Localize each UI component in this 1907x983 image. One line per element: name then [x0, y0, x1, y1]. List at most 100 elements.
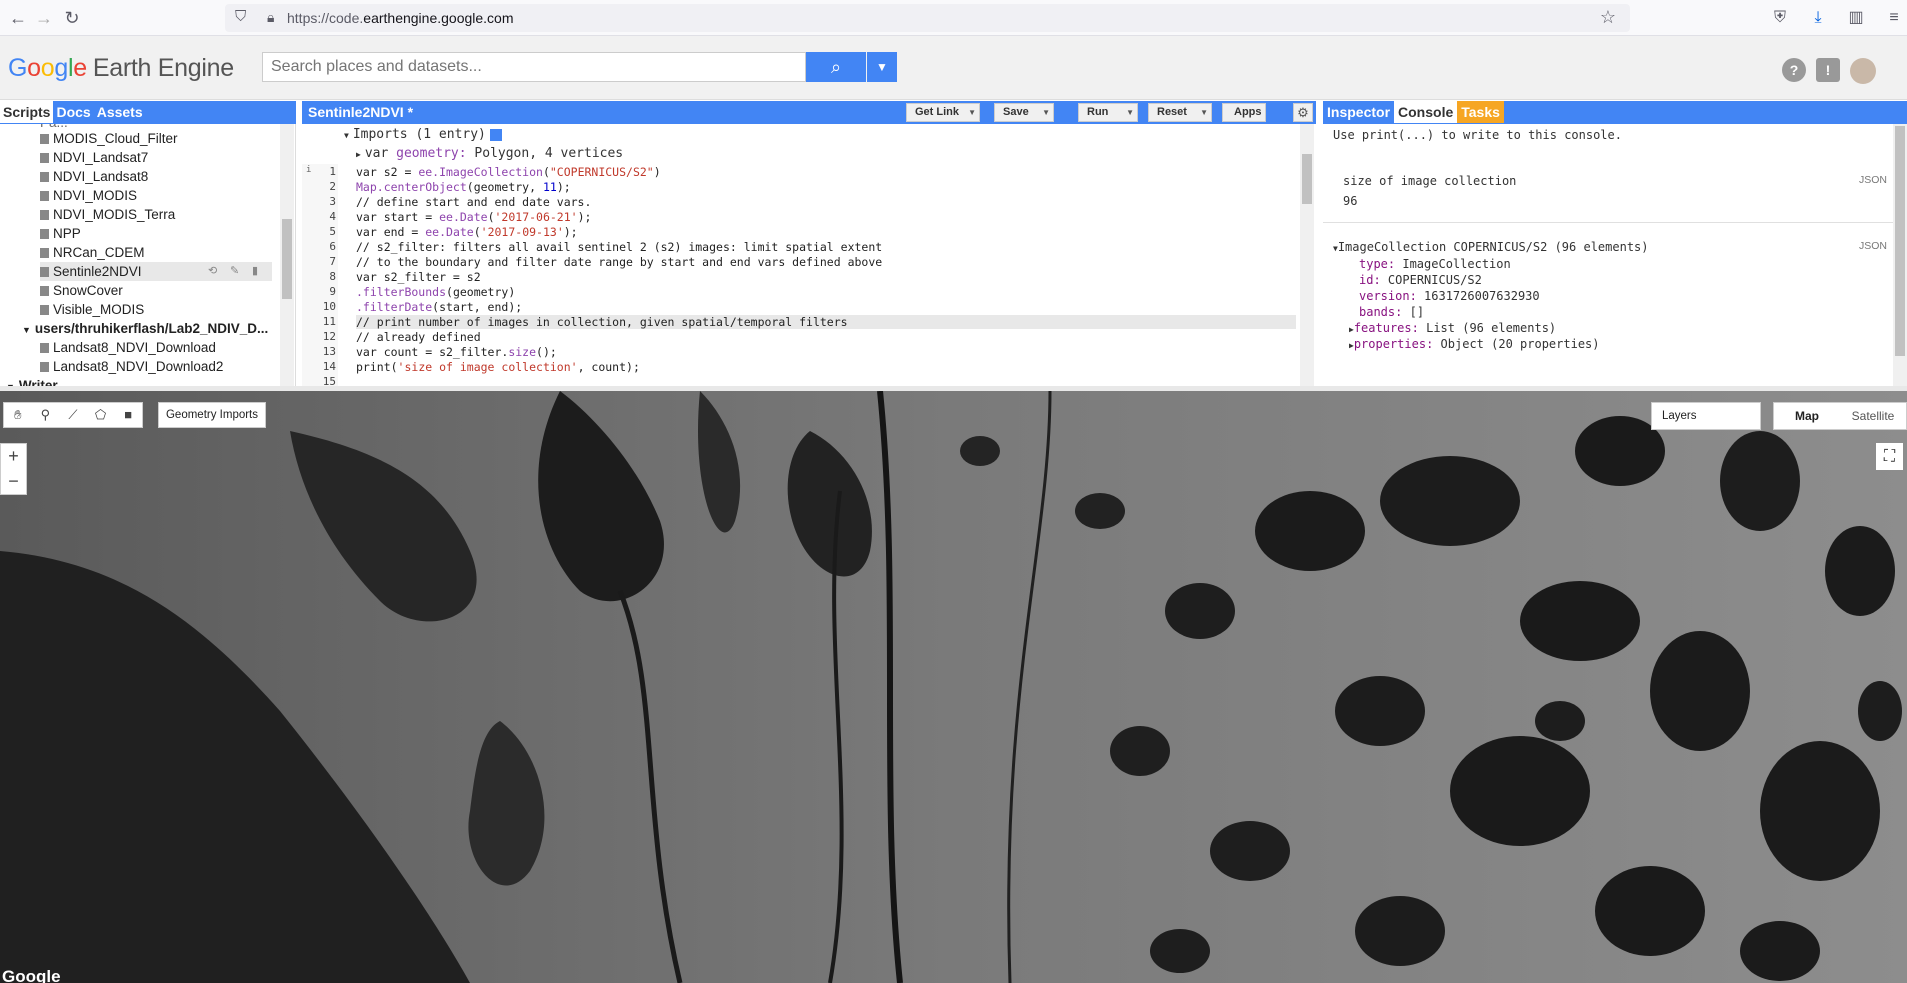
search-button[interactable]: ⌕	[806, 52, 866, 82]
chevron-down-icon[interactable]: ▼	[968, 104, 976, 121]
rectangle-tool-icon[interactable]: ■	[114, 403, 142, 427]
delete-icon[interactable]: ▮	[252, 262, 258, 281]
tree-item-landsat8-ndvi-download[interactable]: Landsat8_NDVI_Download	[40, 338, 216, 357]
address-bar[interactable]: ⛉ 🔒︎ https://code.earthengine.google.com…	[225, 4, 1630, 32]
feedback-icon[interactable]: !	[1816, 58, 1840, 82]
map-type-map-button[interactable]: Map	[1774, 403, 1840, 429]
forward-arrow-icon[interactable]: →	[34, 8, 54, 28]
search-box[interactable]	[262, 52, 806, 82]
downloads-icon[interactable]: ⤓	[1808, 8, 1828, 28]
shield-icon[interactable]: ⛉	[235, 8, 246, 25]
script-tree-scrollbar[interactable]	[280, 124, 294, 386]
chevron-down-icon: ▼	[344, 131, 349, 140]
tree-item-npp[interactable]: NPP	[40, 224, 81, 243]
right-panel-tabs: Inspector Console Tasks	[1323, 101, 1907, 124]
back-arrow-icon[interactable]: ←	[8, 8, 28, 28]
line-number: 12	[322, 330, 336, 343]
tree-item-ndvi-modis[interactable]: NDVI_MODIS	[40, 186, 137, 205]
tree-item-snowcover[interactable]: SnowCover	[40, 281, 123, 300]
chevron-down-icon[interactable]: ▼	[1126, 104, 1134, 121]
line-tool-icon[interactable]: ⟋	[59, 403, 87, 427]
search-dropdown-button[interactable]: ▼	[867, 52, 897, 82]
tree-item-visible-modis[interactable]: Visible_MODIS	[40, 300, 144, 319]
code-editor[interactable]: ▼ Imports (1 entry) ▶ var geometry: Polygo…	[302, 124, 1316, 386]
tree-item-modis-cloud-filter[interactable]: MODIS_Cloud_Filter	[40, 129, 178, 148]
avatar[interactable]	[1850, 58, 1876, 84]
history-icon[interactable]: ⟲	[208, 262, 217, 281]
gear-icon[interactable]: ⚙	[1293, 103, 1313, 122]
fullscreen-icon[interactable]: ⛶	[1876, 443, 1903, 470]
url-text[interactable]: https://code.earthengine.google.com	[287, 10, 514, 26]
search-input[interactable]	[263, 53, 805, 81]
help-icon[interactable]: ?	[1782, 58, 1806, 82]
line-number: 9	[329, 285, 336, 298]
tab-scripts[interactable]: Scripts	[0, 101, 54, 123]
menu-icon[interactable]: ≡	[1884, 8, 1904, 28]
apps-button[interactable]: Apps	[1222, 103, 1266, 122]
chevron-down-icon[interactable]: ▼	[1200, 104, 1208, 121]
zoom-out-button[interactable]: −	[1, 469, 26, 494]
library-icon[interactable]: ▥	[1846, 8, 1866, 28]
tree-item-ndvi-modis-terra[interactable]: NDVI_MODIS_Terra	[40, 205, 175, 224]
tree-item-sentinle2ndvi[interactable]: Sentinle2NDVI ⟲ ✎ ▮	[40, 262, 272, 281]
file-icon	[40, 305, 49, 316]
code-line: .filterDate(start, end);	[356, 300, 523, 314]
json-link[interactable]: JSON	[1859, 174, 1887, 186]
map-canvas[interactable]: ✋︎ ⚲ ⟋ ⬠ ■ Geometry Imports Layers Map S…	[0, 391, 1907, 983]
zoom-control: + −	[0, 443, 27, 495]
file-icon	[40, 153, 49, 164]
json-link[interactable]: JSON	[1859, 240, 1887, 252]
code-line: // already defined	[356, 330, 481, 344]
drawing-tools: ✋︎ ⚲ ⟋ ⬠ ■	[3, 402, 143, 428]
scroll-thumb[interactable]	[282, 219, 292, 299]
tab-inspector[interactable]: Inspector	[1323, 101, 1394, 123]
earth-engine-logo[interactable]: Google Earth Engine	[8, 54, 234, 83]
chevron-right-icon: ▶	[356, 150, 361, 159]
tree-folder-lab2[interactable]: ▼ users/thruhikerflash/Lab2_NDIV_D...	[22, 319, 268, 338]
tree-item-nrcan-cdem[interactable]: NRCan_CDEM	[40, 243, 145, 262]
import-geometry[interactable]: ▶ var geometry: Polygon, 4 vertices	[356, 146, 623, 161]
tree-item-landsat8-ndvi-download2[interactable]: Landsat8_NDVI_Download2	[40, 357, 223, 376]
tab-assets[interactable]: Assets	[94, 101, 146, 123]
tab-tasks[interactable]: Tasks	[1457, 101, 1504, 123]
code-line: .filterBounds(geometry)	[356, 285, 516, 299]
pocket-icon[interactable]: ⛨	[1770, 8, 1790, 28]
tree-folder-writer[interactable]: ▼Writer	[6, 376, 58, 386]
get-link-button[interactable]: Get Link ▼	[906, 103, 980, 122]
hand-pan-icon[interactable]: ✋︎	[4, 403, 32, 427]
tree-item-ndvi-landsat7[interactable]: NDVI_Landsat7	[40, 148, 148, 167]
imports-toggle-icon[interactable]	[489, 128, 502, 141]
line-number: 10	[322, 300, 336, 313]
scroll-thumb[interactable]	[1895, 126, 1905, 356]
prop-version: version: 1631726007632930	[1359, 289, 1540, 303]
code-line: var start = ee.Date('2017-06-21');	[356, 210, 592, 224]
layers-button[interactable]: Layers	[1651, 402, 1761, 430]
map-type-satellite-button[interactable]: Satellite	[1840, 403, 1906, 429]
marker-icon[interactable]: ⚲	[32, 403, 60, 427]
chevron-down-icon[interactable]: ▼	[1042, 104, 1050, 121]
save-button[interactable]: Save ▼	[994, 103, 1054, 122]
collection-header[interactable]: ▼ImageCollection COPERNICUS/S2 (96 eleme…	[1333, 240, 1649, 254]
line-gutter: 1 2 3 4 5 6 7 8 9 10 11 12 13 14 15	[302, 164, 338, 386]
info-icon[interactable]: i	[306, 165, 311, 175]
tab-console[interactable]: Console	[1394, 101, 1458, 123]
reset-button[interactable]: Reset ▼	[1148, 103, 1212, 122]
code-scrollbar[interactable]	[1300, 124, 1314, 386]
file-icon	[40, 267, 49, 278]
prop-features[interactable]: ▶features: List (96 elements)	[1349, 321, 1556, 335]
polygon-tool-icon[interactable]: ⬠	[87, 403, 115, 427]
reload-icon[interactable]: ↻	[62, 8, 82, 28]
edit-icon[interactable]: ✎	[230, 262, 239, 281]
line-number: 3	[329, 195, 336, 208]
bookmark-star-icon[interactable]: ☆	[1600, 7, 1616, 28]
tab-docs[interactable]: Docs	[53, 101, 93, 123]
scroll-thumb[interactable]	[1302, 154, 1312, 204]
geometry-imports-button[interactable]: Geometry Imports	[158, 402, 266, 428]
prop-properties[interactable]: ▶properties: Object (20 properties)	[1349, 337, 1600, 351]
run-button[interactable]: Run ▼	[1078, 103, 1138, 122]
console-scrollbar[interactable]	[1893, 124, 1907, 386]
imports-header[interactable]: ▼ Imports (1 entry)	[344, 127, 502, 142]
zoom-in-button[interactable]: +	[1, 444, 26, 469]
tree-item-ndvi-landsat8[interactable]: NDVI_Landsat8	[40, 167, 148, 186]
lock-icon[interactable]: 🔒︎	[267, 9, 274, 26]
